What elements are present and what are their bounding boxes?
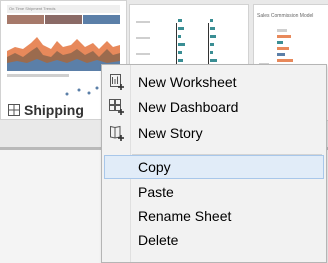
menu-item-label: Paste bbox=[138, 184, 174, 200]
sheet-label-row[interactable]: Shipping bbox=[8, 100, 84, 120]
menu-item-delete[interactable]: Delete bbox=[104, 228, 324, 252]
menu-item-label: New Worksheet bbox=[138, 74, 237, 90]
menu-item-new-story[interactable]: New Story bbox=[104, 121, 324, 145]
menu-item-paste[interactable]: Paste bbox=[104, 180, 324, 204]
menu-item-label: New Story bbox=[138, 125, 203, 141]
menu-item-label: Rename Sheet bbox=[138, 208, 232, 224]
thumbnail-subtitle-line bbox=[7, 74, 69, 77]
menu-item-label: New Dashboard bbox=[138, 99, 239, 115]
worksheet-grid-icon bbox=[8, 104, 20, 116]
menu-item-label: Copy bbox=[138, 159, 171, 175]
menu-item-new-worksheet[interactable]: New Worksheet bbox=[104, 70, 324, 94]
menu-item-label: Delete bbox=[138, 232, 179, 248]
sheet-name-label: Shipping bbox=[24, 102, 84, 118]
context-menu: New Worksheet New Dashboard New Story Co… bbox=[101, 64, 327, 263]
new-story-icon bbox=[110, 125, 124, 141]
menu-item-new-dashboard[interactable]: New Dashboard bbox=[104, 95, 324, 119]
thumbnail-title: On Time Shipment Trends bbox=[9, 6, 56, 11]
menu-item-rename-sheet[interactable]: Rename Sheet bbox=[104, 204, 324, 228]
menu-item-copy[interactable]: Copy bbox=[104, 155, 324, 179]
thumbnail-chart-header bbox=[7, 15, 120, 24]
new-worksheet-icon bbox=[110, 74, 124, 90]
thumbnail-title: Sales Commission Model bbox=[257, 13, 314, 19]
new-dashboard-icon bbox=[109, 99, 124, 115]
